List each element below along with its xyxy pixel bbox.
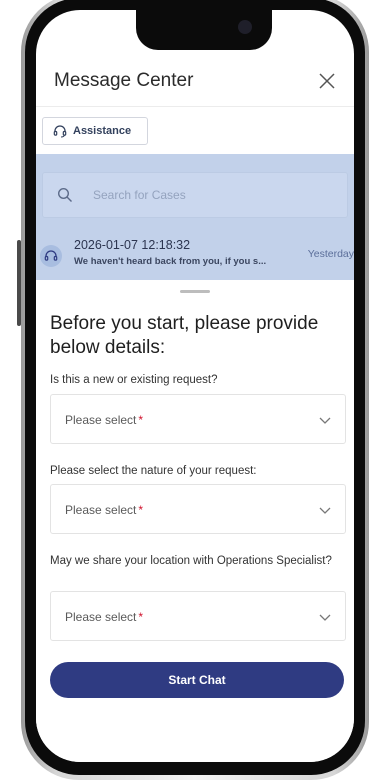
- headset-icon: [53, 125, 67, 138]
- headset-icon: [44, 250, 58, 261]
- assistance-button[interactable]: Assistance: [42, 117, 148, 145]
- case-timestamp: 2026-01-07 12:18:32: [74, 238, 191, 252]
- search-icon: [57, 187, 72, 202]
- question-1-label: Is this a new or existing request?: [50, 374, 218, 386]
- message-center-header: Message Center: [36, 66, 354, 110]
- share-location-select[interactable]: Please select *: [50, 591, 346, 641]
- select-placeholder: Please select *: [65, 413, 144, 427]
- avatar: [40, 245, 62, 267]
- sheet-drag-handle[interactable]: [180, 290, 210, 293]
- question-2-label: Please select the nature of your request…: [50, 465, 257, 477]
- case-preview-text: We haven't heard back from you, if you s…: [74, 256, 267, 267]
- question-3-label: May we share your location with Operatio…: [50, 555, 332, 567]
- form-heading: Before you start, please provide below d…: [50, 313, 319, 358]
- phone-side-button: [17, 240, 21, 326]
- close-icon: [319, 73, 335, 89]
- request-nature-select[interactable]: Please select *: [50, 484, 346, 534]
- required-asterisk: *: [138, 413, 144, 427]
- request-type-select[interactable]: Please select *: [50, 394, 346, 444]
- chevron-down-icon: [319, 614, 331, 621]
- chevron-down-icon: [319, 507, 331, 514]
- page-title: Message Center: [54, 70, 194, 91]
- search-input[interactable]: Search for Cases: [42, 172, 348, 218]
- chevron-down-icon: [319, 417, 331, 424]
- select-placeholder: Please select *: [65, 503, 144, 517]
- assistance-label: Assistance: [73, 125, 132, 137]
- request-details-sheet: Before you start, please provide below d…: [36, 280, 354, 762]
- camera-icon: [238, 20, 252, 34]
- start-chat-button[interactable]: Start Chat: [50, 662, 344, 698]
- phone-notch: [136, 10, 272, 50]
- phone-screen: Message Center Assistance Search for Cas…: [36, 10, 354, 762]
- close-button[interactable]: [314, 68, 340, 94]
- dimmed-background: Search for Cases 2026-01-07 12:18:32 We …: [36, 154, 354, 286]
- search-placeholder: Search for Cases: [93, 188, 186, 202]
- select-placeholder: Please select *: [65, 610, 144, 624]
- case-date-label: Yesterday: [307, 248, 354, 260]
- required-asterisk: *: [138, 610, 144, 624]
- required-asterisk: *: [138, 503, 144, 517]
- header-divider: [36, 106, 354, 107]
- case-list-item[interactable]: 2026-01-07 12:18:32 We haven't heard bac…: [36, 234, 354, 278]
